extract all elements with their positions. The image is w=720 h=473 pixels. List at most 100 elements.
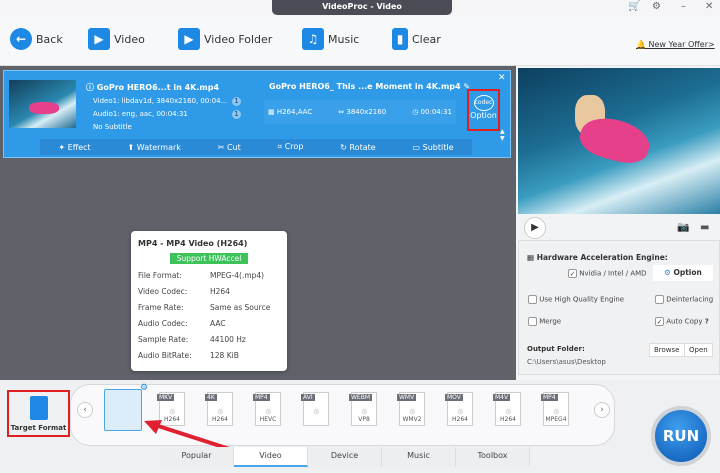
open-button[interactable]: Open	[684, 343, 713, 357]
film-reel-icon: ⊛	[505, 407, 512, 416]
file-icon: MP4 ⊛ MPEG4	[541, 392, 569, 426]
browse-button[interactable]: Browse	[649, 343, 685, 357]
format-container-label: MP4	[541, 394, 558, 401]
target-format-button[interactable]: Target Format	[7, 390, 70, 437]
popup-row: Frame Rate: Same as Source	[138, 302, 271, 312]
effect-button[interactable]: ✦ Effect	[58, 143, 90, 152]
file-icon: MP4 ⊛ HEVC	[253, 392, 281, 426]
reorder-arrows-icon[interactable]: ▲ ▼	[500, 128, 505, 142]
format-item-mov[interactable]: MOV ⊛ H264	[441, 392, 479, 432]
format-item-mp4[interactable]: MP4 ⊛ MPEG4	[537, 392, 575, 432]
format-container-label: WMV	[397, 394, 417, 401]
snapshot-camera-icon[interactable]: 📷	[677, 222, 689, 233]
rotate-button[interactable]: ↻ Rotate	[340, 143, 375, 152]
music-label: Music	[328, 32, 360, 46]
add-music-button[interactable]: ♫ Music	[302, 28, 359, 50]
file-icon: AVI ⊛	[301, 392, 329, 426]
format-codec-label: H264	[500, 416, 516, 423]
close-button[interactable]: ✕	[705, 1, 713, 12]
duration-info: ◷ 00:04:31	[412, 108, 452, 116]
video-label: Video	[114, 32, 145, 46]
trash-icon: ▮	[392, 28, 408, 50]
format-codec-label: WMV2	[402, 416, 422, 423]
merge-checkbox[interactable]: Merge	[528, 317, 561, 326]
video-folder-label: Video Folder	[204, 32, 273, 46]
codec-option-button[interactable]: codec Option	[467, 89, 500, 131]
add-video-folder-button[interactable]: ▶ Video Folder	[178, 28, 272, 50]
run-button[interactable]: RUN	[651, 406, 711, 466]
deinterlacing-checkbox[interactable]: Deinterlacing	[655, 295, 713, 304]
folder-add-icon: ▶	[178, 28, 200, 50]
popup-row: Audio Codec: AAC	[138, 318, 226, 328]
crop-button[interactable]: ⌗ Crop	[278, 142, 304, 152]
format-item-m4v[interactable]: M4V ⊛ H264	[489, 392, 527, 432]
window-title: VideoProc - Video	[272, 0, 452, 15]
gear-icon[interactable]: ⚙	[652, 1, 661, 12]
audio-track-info: Audio1: eng, aac, 00:04:31	[93, 110, 188, 118]
cut-button[interactable]: ✂ Cut	[218, 143, 241, 152]
back-arrow-icon: ←	[10, 28, 32, 50]
file-icon: WMV ⊛ WMV2	[397, 392, 425, 426]
hw-option-button[interactable]: ⚙ Option	[653, 265, 713, 281]
open-folder-icon[interactable]: ▬	[700, 222, 709, 233]
format-item-mp4[interactable]: MP4 ⊛ HEVC	[249, 392, 287, 432]
video-track-count[interactable]: 1	[232, 97, 241, 106]
film-reel-icon: ⊛	[361, 407, 368, 416]
tab-popular[interactable]: Popular	[160, 447, 234, 467]
subtitle-button[interactable]: ▭ Subtitle	[413, 143, 454, 152]
format-next-button[interactable]: ›	[594, 402, 610, 418]
remove-item-icon[interactable]: ✕	[498, 73, 506, 83]
format-codec-label: MPEG4	[545, 416, 567, 423]
video-track-info: Video1: libdav1d, 3840x2160, 00:04...	[93, 97, 228, 105]
help-icon[interactable]: ?	[705, 318, 709, 326]
offer-label: New Year Offer>	[648, 40, 715, 49]
gear-icon: ⚙	[664, 268, 671, 277]
format-item-webm[interactable]: WEBM ⊛ VP8	[345, 392, 383, 432]
music-add-icon: ♫	[302, 28, 324, 50]
file-icon: WEBM ⊛ VP8	[349, 392, 377, 426]
tab-video[interactable]: Video	[234, 447, 308, 467]
preview-controls	[518, 214, 720, 240]
play-button[interactable]: ▶	[524, 217, 546, 239]
selected-format-highlight	[104, 389, 142, 431]
format-container-label: AVI	[301, 394, 315, 401]
format-container-label: MOV	[445, 394, 463, 401]
cart-icon[interactable]: 🛒	[628, 1, 640, 12]
minimize-button[interactable]: –	[681, 1, 686, 12]
format-item-avi[interactable]: AVI ⊛	[297, 392, 335, 432]
back-label: Back	[36, 32, 63, 46]
format-codec-label: HEVC	[259, 416, 277, 423]
audio-track-count[interactable]: 1	[232, 110, 241, 119]
source-filename: ⓘ GoPro HERO6...t in 4K.mp4	[86, 83, 220, 92]
format-prev-button[interactable]: ‹	[77, 402, 93, 418]
high-quality-checkbox[interactable]: Use High Quality Engine	[528, 295, 624, 304]
format-item-wmv[interactable]: WMV ⊛ WMV2	[393, 392, 431, 432]
format-container-label: MP4	[253, 394, 270, 401]
edit-toolbar: ✦ Effect ⬆ Watermark ✂ Cut ⌗ Crop ↻ Rota…	[40, 139, 472, 155]
add-video-button[interactable]: ▶ Video	[88, 28, 145, 50]
popup-row: File Format: MPEG-4(.mp4)	[138, 270, 265, 280]
video-thumbnail[interactable]	[9, 80, 76, 128]
film-reel-icon: ⊛	[457, 407, 464, 416]
popup-row: Sample Rate: 44100 Hz	[138, 334, 246, 344]
auto-copy-checkbox[interactable]: ✓ Auto Copy ?	[655, 317, 709, 326]
watermark-button[interactable]: ⬆ Watermark	[128, 143, 181, 152]
format-info-popup: MP4 - MP4 Video (H264) Support HWAccel F…	[131, 231, 287, 371]
film-reel-icon: ⊛	[217, 407, 224, 416]
hw-nvidia-checkbox[interactable]: ✓ Nvidia / Intel / AMD	[568, 269, 647, 278]
hw-accel-title: ▦ Hardware Acceleration Engine:	[527, 253, 668, 262]
output-filename[interactable]: GoPro HERO6_ This ...e Moment in 4K.mp4 …	[269, 82, 470, 91]
clear-button[interactable]: ▮ Clear	[392, 28, 441, 50]
film-reel-icon: ⊛	[409, 407, 416, 416]
film-reel-icon: ⊛	[313, 407, 320, 416]
tab-toolbox[interactable]: Toolbox	[456, 447, 530, 467]
format-container-label: 4K	[205, 394, 217, 401]
subtitle-info[interactable]: No Subtitle	[93, 123, 132, 131]
new-year-offer-link[interactable]: 🔔 New Year Offer>	[636, 40, 715, 49]
format-settings-gear-icon[interactable]: ⚙	[140, 383, 148, 393]
film-reel-icon: ⊛	[553, 407, 560, 416]
category-tabs: Popular Video Device Music Toolbox	[160, 447, 590, 467]
tab-device[interactable]: Device	[308, 447, 382, 467]
back-button[interactable]: ← Back	[10, 28, 63, 50]
tab-music[interactable]: Music	[382, 447, 456, 467]
